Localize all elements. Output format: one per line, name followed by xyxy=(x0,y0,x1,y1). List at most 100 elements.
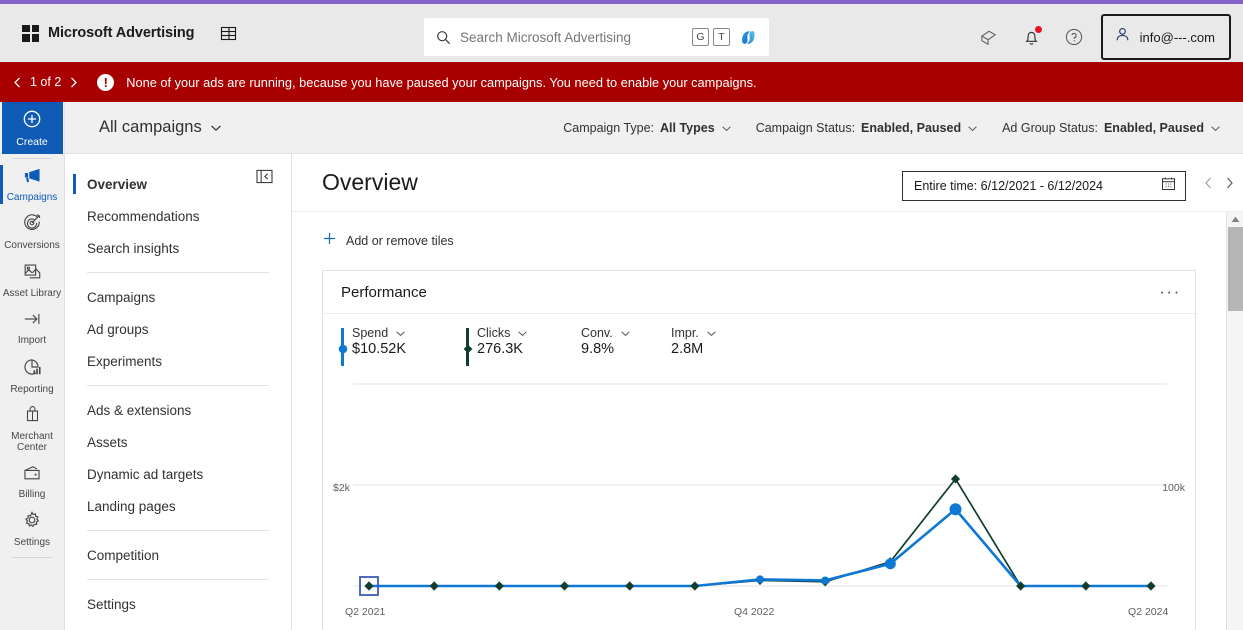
rail-item-import[interactable]: Import xyxy=(0,305,64,352)
scrollbar-thumb[interactable] xyxy=(1228,227,1243,311)
alert-pager: 1 of 2 xyxy=(12,75,79,89)
sidebar-divider xyxy=(87,579,269,580)
chart-xtick-2: Q2 2024 xyxy=(1128,606,1169,618)
chevron-down-icon[interactable] xyxy=(706,330,717,337)
sidebar-item-landing-pages[interactable]: Landing pages xyxy=(65,490,291,522)
rail-label: Import xyxy=(17,334,47,346)
chart-series-line xyxy=(369,477,1151,587)
sidebar-item-ad-groups[interactable]: Ad groups xyxy=(65,313,291,345)
copilot-icon[interactable] xyxy=(738,27,759,48)
metric-spend-body: Spend $10.52K xyxy=(352,326,406,366)
rail-item-billing[interactable]: Billing xyxy=(0,458,64,505)
chevron-down-icon[interactable] xyxy=(620,330,631,337)
chevron-down-icon xyxy=(210,118,222,137)
global-search[interactable]: G T xyxy=(424,18,769,56)
metric-conv-body: Conv. 9.8% xyxy=(581,326,631,357)
sidebar-item-assets[interactable]: Assets xyxy=(65,426,291,458)
chart-xtick-1: Q4 2022 xyxy=(734,606,775,618)
sidebar-item-search-insights[interactable]: Search insights xyxy=(65,232,291,264)
gear-icon xyxy=(22,510,42,535)
metric-impr[interactable]: Impr. 2.8M xyxy=(671,326,761,357)
metric-spend[interactable]: Spend $10.52K xyxy=(338,326,466,366)
add-or-remove-tiles-button[interactable]: Add or remove tiles xyxy=(322,231,454,251)
sidebar-item-label: Ads & extensions xyxy=(87,402,192,418)
metric-selectors: Spend $10.52K Clicks 276.3K Conv. 9.8% I… xyxy=(323,314,1195,366)
more-options-icon[interactable]: ··· xyxy=(1157,279,1183,305)
sidebar-item-experiments[interactable]: Experiments xyxy=(65,345,291,377)
rail-item-asset-library[interactable]: Asset Library xyxy=(0,256,64,304)
sidebar-item-recommendations[interactable]: Recommendations xyxy=(65,200,291,232)
scroll-up-icon[interactable] xyxy=(1227,212,1243,227)
metric-clicks-label: Clicks xyxy=(477,326,511,340)
sidebar-item-overview[interactable]: Overview xyxy=(65,168,291,200)
rail-item-conversions[interactable]: Conversions xyxy=(0,208,64,256)
chart-data-point xyxy=(364,581,374,591)
rail-item-reporting[interactable]: Reporting xyxy=(0,352,64,400)
shopping-bag-icon xyxy=(23,405,42,429)
account-button[interactable]: info@---.com xyxy=(1100,14,1231,60)
sidebar-item-dynamic-ad-targets[interactable]: Dynamic ad targets xyxy=(65,458,291,490)
bell-icon[interactable] xyxy=(1011,16,1053,58)
filter-campaign-status[interactable]: Campaign Status: Enabled, Paused xyxy=(756,121,978,135)
date-range-picker[interactable]: Entire time: 6/12/2021 - 6/12/2024 xyxy=(902,171,1186,201)
chart-data-point xyxy=(429,581,439,591)
sidebar-item-campaigns[interactable]: Campaigns xyxy=(65,281,291,313)
calendar-icon xyxy=(1161,176,1176,196)
chart-data-point xyxy=(884,558,896,570)
grid-view-icon[interactable] xyxy=(220,25,237,42)
metric-clicks-body: Clicks 276.3K xyxy=(477,326,528,366)
metric-impr-label: Impr. xyxy=(671,326,699,340)
chevron-down-icon[interactable] xyxy=(517,330,528,337)
date-range-value: Entire time: 6/12/2021 - 6/12/2024 xyxy=(914,179,1104,193)
brand-logo-group[interactable]: Microsoft Advertising xyxy=(22,24,195,42)
metric-spend-color-bar xyxy=(338,328,347,366)
chevron-down-icon xyxy=(967,121,978,135)
chevron-down-icon[interactable] xyxy=(395,330,406,337)
performance-chart-svg[interactable] xyxy=(323,376,1197,630)
performance-chart[interactable]: $2k 100k Q2 2021 Q4 2022 Q2 2024 xyxy=(323,376,1195,630)
alert-next-icon[interactable] xyxy=(68,76,79,89)
sidebar-item-ads-extensions[interactable]: Ads & extensions xyxy=(65,394,291,426)
wallet-icon xyxy=(22,464,42,487)
rail-item-campaigns[interactable]: Campaigns xyxy=(0,161,64,208)
rail-label: Settings xyxy=(13,537,51,549)
filter-adgroup-status[interactable]: Ad Group Status: Enabled, Paused xyxy=(1002,121,1221,135)
metric-spend-label: Spend xyxy=(352,326,389,340)
filter-campaign-type[interactable]: Campaign Type: All Types xyxy=(563,121,731,135)
metric-spend-value: $10.52K xyxy=(352,341,407,357)
metric-conv[interactable]: Conv. 9.8% xyxy=(581,326,671,357)
filter-campaign-status-label: Campaign Status: xyxy=(755,120,856,135)
metric-clicks[interactable]: Clicks 276.3K xyxy=(463,326,581,366)
pie-chart-icon xyxy=(22,357,42,382)
brand-name: Microsoft Advertising xyxy=(48,25,195,41)
sidebar-divider xyxy=(87,385,269,386)
performance-card-title: Performance xyxy=(341,283,427,301)
sidebar-item-competition[interactable]: Competition xyxy=(65,539,291,571)
sidebar-item-label: Recommendations xyxy=(87,208,200,224)
chart-data-point xyxy=(559,581,570,591)
date-prev-icon[interactable] xyxy=(1203,176,1214,190)
help-icon[interactable] xyxy=(1053,16,1095,58)
create-button[interactable]: Create xyxy=(1,102,63,154)
import-arrow-icon xyxy=(22,310,42,333)
filter-dropdowns: Campaign Type: All Types Campaign Status… xyxy=(563,121,1221,135)
chart-right-axis-label: 100k xyxy=(1162,482,1185,494)
sidebar-item-settings[interactable]: Settings xyxy=(65,588,291,620)
global-header: Microsoft Advertising G T xyxy=(0,4,1243,62)
rail-item-settings[interactable]: Settings xyxy=(0,505,64,553)
search-input[interactable] xyxy=(460,29,692,45)
rail-item-merchant-center[interactable]: Merchant Center xyxy=(0,400,64,458)
chart-data-point xyxy=(690,581,700,591)
campaign-scope-selector[interactable]: All campaigns xyxy=(99,118,222,137)
metric-clicks-color-bar xyxy=(463,328,472,366)
vertical-scrollbar[interactable] xyxy=(1226,212,1243,630)
sidebar-item-label: Dynamic ad targets xyxy=(87,466,204,482)
sidebar-item-change-history[interactable]: Change history xyxy=(65,620,291,630)
chart-data-point xyxy=(949,503,962,516)
main-left-divider xyxy=(291,154,292,630)
secondary-nav: Overview Recommendations Search insights… xyxy=(65,154,292,630)
alert-prev-icon[interactable] xyxy=(12,76,23,89)
header-actions: info@---.com xyxy=(969,12,1231,62)
date-next-icon[interactable] xyxy=(1224,176,1235,190)
feedback-icon[interactable] xyxy=(969,16,1011,58)
